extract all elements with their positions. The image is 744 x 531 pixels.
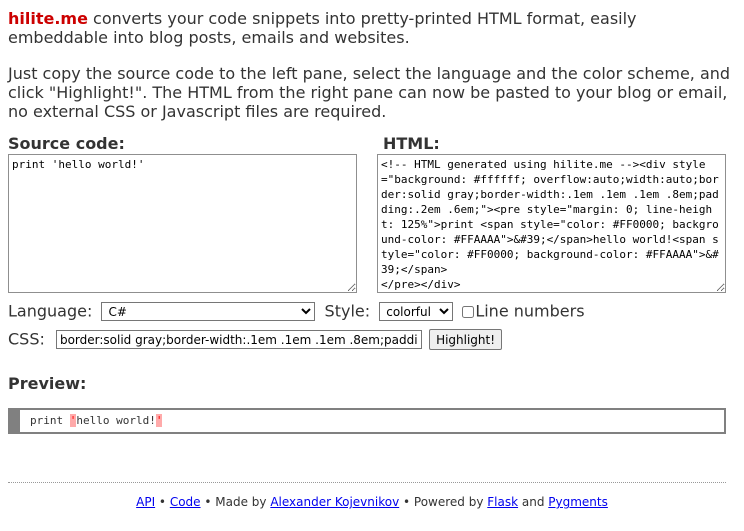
footer: API • Code • Made by Alexander Kojevniko… — [8, 494, 736, 510]
preview-code-text: hello world! — [76, 414, 156, 427]
code-link[interactable]: Code — [170, 495, 201, 509]
language-label: Language: — [8, 301, 93, 321]
preview-error-token: ' — [155, 414, 163, 427]
instructions-paragraph: Just copy the source code to the left pa… — [8, 64, 731, 121]
preview-code-keyword: print — [30, 414, 70, 427]
intro-text: converts your code snippets into pretty-… — [8, 9, 637, 47]
powered-by-text: • Powered by — [399, 495, 488, 509]
language-select[interactable]: C# — [101, 302, 316, 321]
intro-paragraph: hilite.me converts your code snippets in… — [8, 9, 736, 47]
author-link[interactable]: Alexander Kojevnikov — [270, 495, 399, 509]
highlight-button[interactable]: Highlight! — [429, 329, 503, 350]
style-select[interactable]: colorful — [379, 302, 454, 321]
pygments-link[interactable]: Pygments — [548, 495, 608, 509]
source-code-label: Source code: — [8, 134, 125, 153]
api-link[interactable]: API — [136, 495, 155, 509]
css-input[interactable] — [55, 330, 422, 349]
source-code-textarea[interactable]: print 'hello world!' — [8, 154, 357, 293]
preview-label: Preview: — [8, 374, 87, 393]
css-row: CSS: Highlight! — [8, 329, 503, 351]
and-text: and — [518, 495, 549, 509]
flask-link[interactable]: Flask — [487, 495, 518, 509]
html-output-textarea[interactable]: <!-- HTML generated using hilite.me --><… — [377, 154, 726, 293]
preview-code: print 'hello world!' — [30, 410, 724, 432]
css-label: CSS: — [8, 329, 45, 349]
footer-divider — [8, 482, 726, 483]
brand-name: hilite.me — [8, 9, 88, 28]
language-style-row: Language: C# Style: colorful Line number… — [8, 301, 585, 323]
preview-box: print 'hello world!' — [8, 408, 726, 434]
footer-separator: • — [155, 495, 170, 509]
made-by-text: • Made by — [200, 495, 271, 509]
html-output-label: HTML: — [383, 134, 440, 153]
line-numbers-label[interactable]: Line numbers — [475, 302, 584, 321]
line-numbers-checkbox[interactable] — [462, 305, 475, 318]
style-label: Style: — [324, 301, 371, 321]
